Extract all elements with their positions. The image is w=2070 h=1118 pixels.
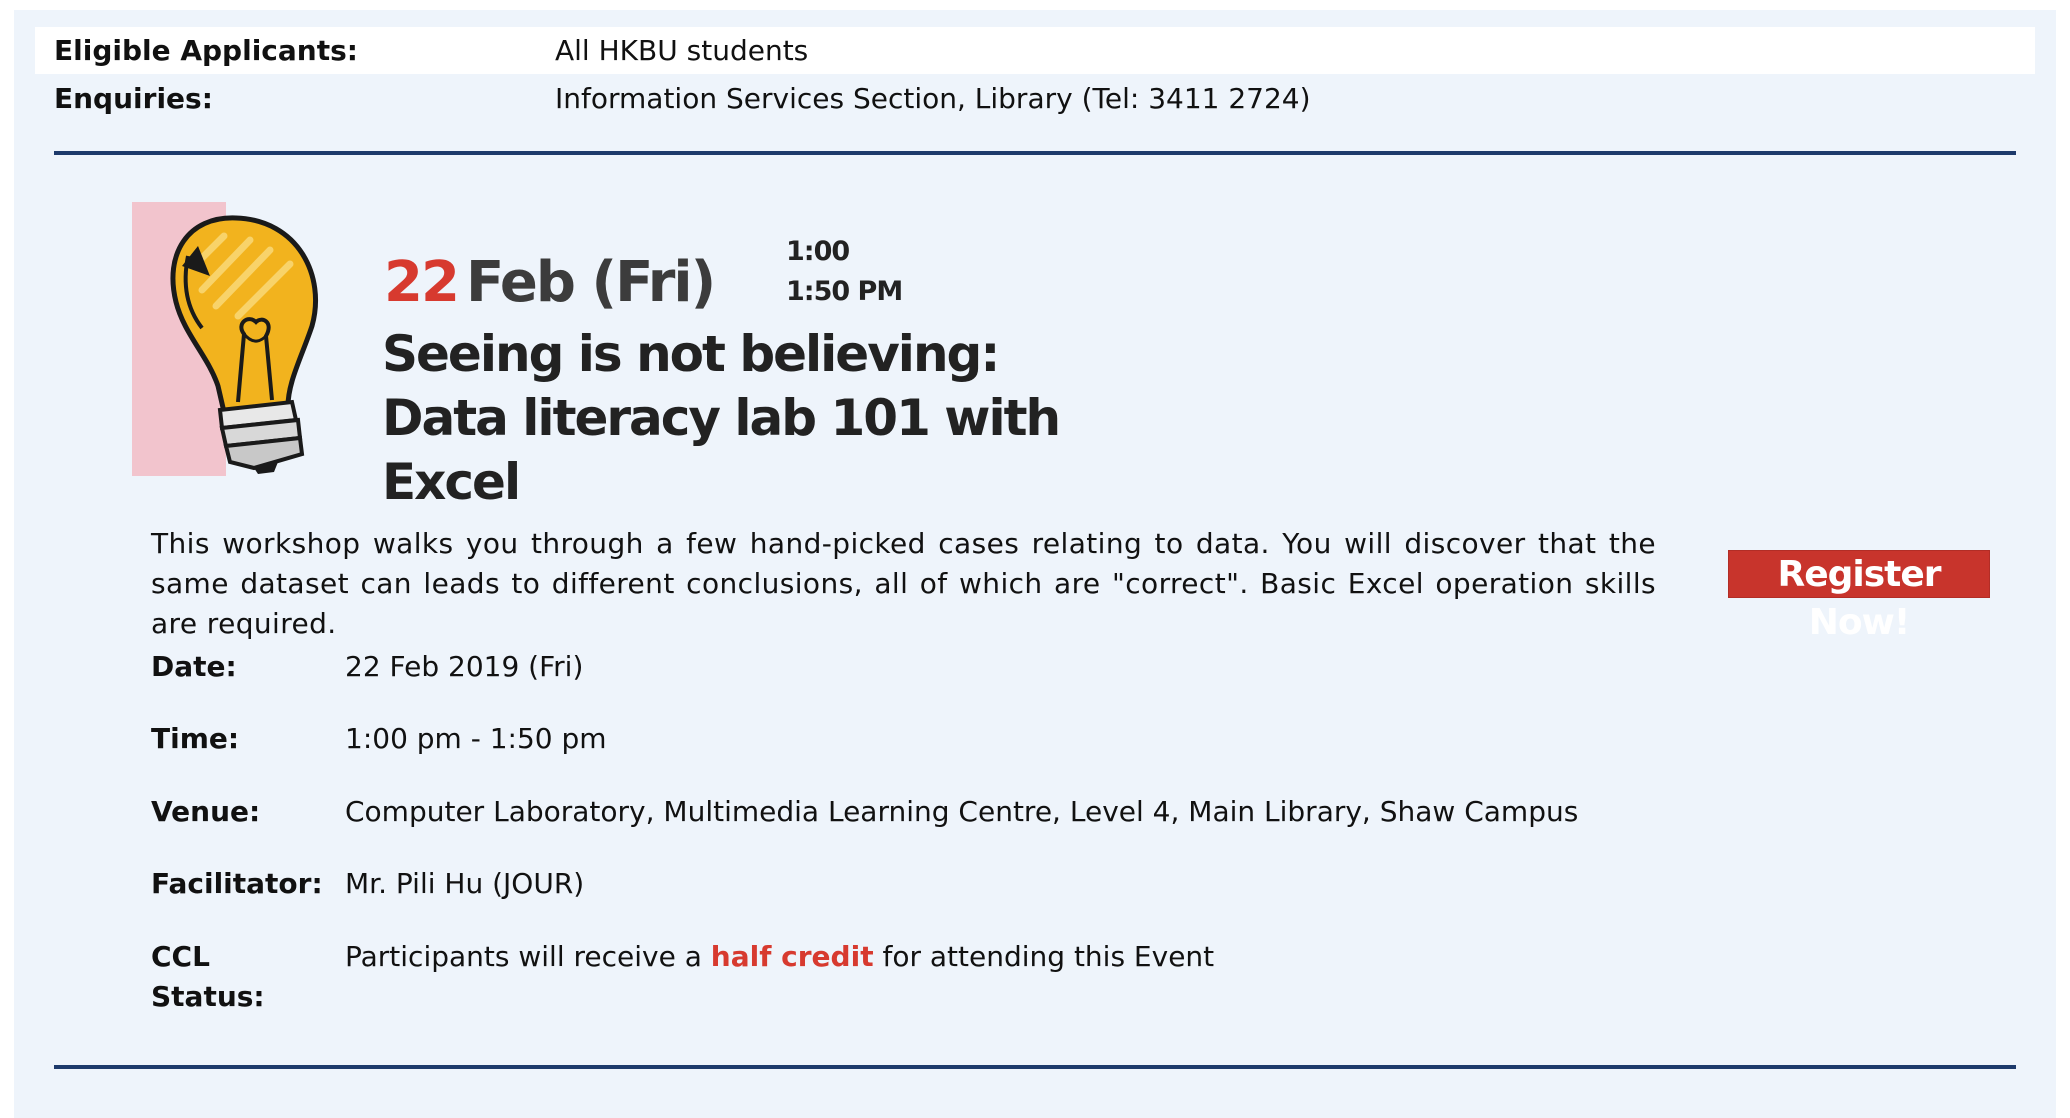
event-description: This workshop walks you through a few ha… xyxy=(151,527,1656,640)
banner-date: 22 Feb (Fri) xyxy=(384,250,716,315)
venue-label: Venue: xyxy=(151,795,261,828)
banner-title: Seeing is not believing: Data literacy l… xyxy=(382,322,1132,514)
enquiries-value: Information Services Section, Library (T… xyxy=(555,82,1311,115)
register-now-button[interactable]: Register Now! xyxy=(1728,550,1990,643)
ccl-half-credit: half credit xyxy=(710,940,874,973)
eligible-applicants-label: Eligible Applicants: xyxy=(54,34,358,67)
banner-time-start: 1:00 xyxy=(786,236,850,267)
ccl-prefix: Participants will receive a xyxy=(345,940,711,973)
top-divider xyxy=(54,151,2016,155)
banner-time: 1:00 1:50 PM xyxy=(786,232,903,312)
event-banner: 22 Feb (Fri) 1:00 1:50 PM Seeing is not b… xyxy=(132,202,1132,511)
ccl-status-label: CCL Status: xyxy=(151,937,311,1017)
banner-date-rest: Feb (Fri) xyxy=(465,250,716,315)
event-page: Eligible Applicants: All HKBU students E… xyxy=(14,10,2056,1118)
banner-date-day: 22 xyxy=(384,250,460,315)
date-value: 22 Feb 2019 (Fri) xyxy=(345,650,584,683)
banner-time-end: 1:50 PM xyxy=(786,276,903,307)
date-label: Date: xyxy=(151,650,237,683)
facilitator-label: Facilitator: xyxy=(151,867,323,900)
ccl-label-line1: CCL xyxy=(151,940,210,973)
venue-value: Computer Laboratory, Multimedia Learning… xyxy=(345,795,1579,828)
facilitator-value: Mr. Pili Hu (JOUR) xyxy=(345,867,585,900)
time-label: Time: xyxy=(151,722,240,755)
eligible-applicants-value: All HKBU students xyxy=(555,34,809,67)
enquiries-label: Enquiries: xyxy=(54,82,213,115)
ccl-status-value: Participants will receive a half credit … xyxy=(345,937,1214,977)
ccl-label-line2: Status: xyxy=(151,980,265,1013)
banner-title-line2: Data literacy lab 101 with Excel xyxy=(382,389,1061,511)
bottom-divider xyxy=(54,1065,2016,1069)
enquiries-row: Enquiries: Information Services Section,… xyxy=(35,75,2035,122)
banner-title-line1: Seeing is not believing: xyxy=(382,325,1000,383)
eligible-applicants-row: Eligible Applicants: All HKBU students xyxy=(35,27,2035,74)
lightbulb-icon xyxy=(170,215,318,474)
ccl-suffix: for attending this Event xyxy=(873,940,1215,973)
time-value: 1:00 pm - 1:50 pm xyxy=(345,722,607,755)
